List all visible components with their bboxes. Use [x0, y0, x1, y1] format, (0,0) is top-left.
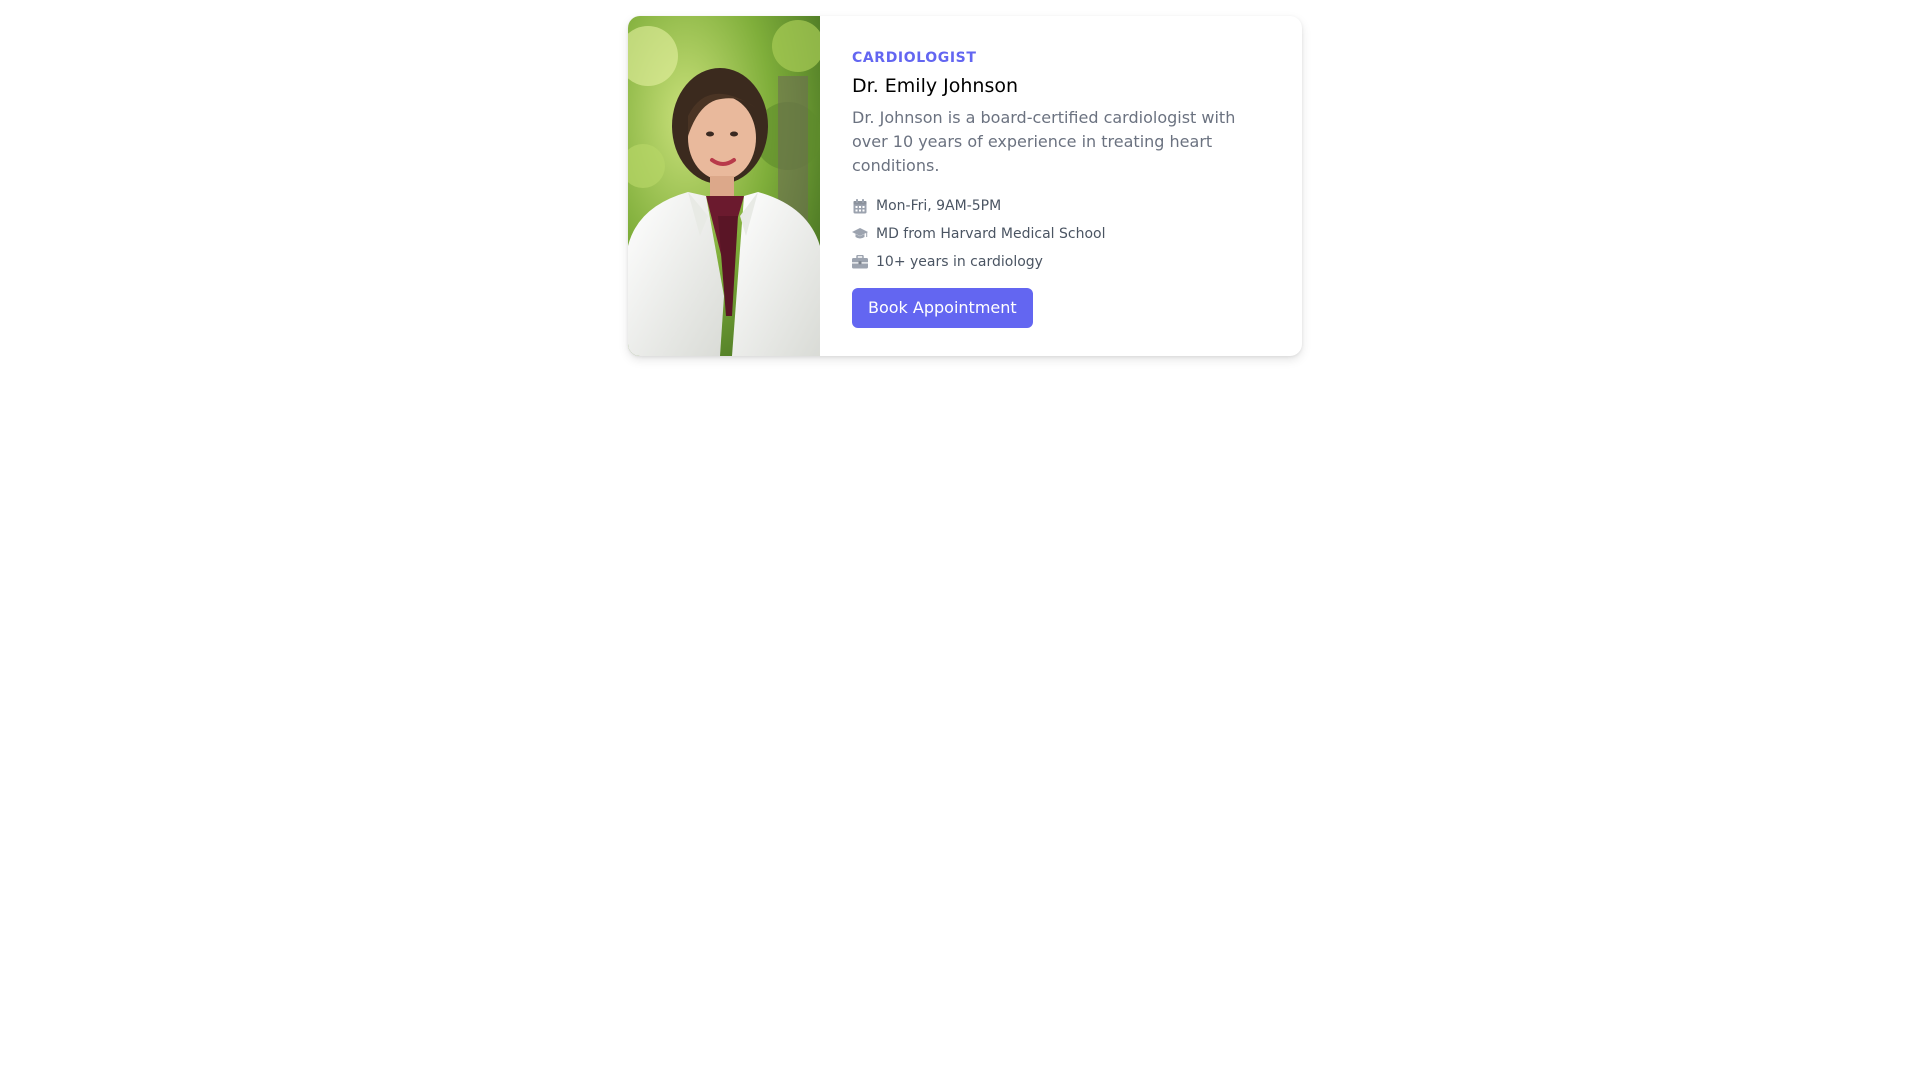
info-item-education: MD from Harvard Medical School — [852, 220, 1272, 248]
info-list: Mon-Fri, 9AM-5PM MD from Harvard Medical… — [852, 192, 1272, 276]
doctor-portrait-image — [628, 16, 820, 356]
doctor-description: Dr. Johnson is a board-certified cardiol… — [852, 108, 1236, 175]
graduation-cap-icon — [852, 226, 868, 242]
info-text-education: MD from Harvard Medical School — [876, 226, 1106, 242]
specialty-label: CARDIOLOGIST — [852, 50, 977, 66]
briefcase-icon — [852, 254, 868, 270]
doctor-info: CARDIOLOGIST Dr. Emily Johnson Dr. Johns… — [820, 16, 1302, 356]
calendar-icon — [852, 198, 868, 214]
doctor-name: Dr. Emily Johnson — [852, 75, 1019, 97]
info-item-experience: 10+ years in cardiology — [852, 248, 1272, 276]
info-text-experience: 10+ years in cardiology — [876, 254, 1043, 270]
doctor-card: CARDIOLOGIST Dr. Emily Johnson Dr. Johns… — [628, 16, 1302, 356]
info-text-schedule: Mon-Fri, 9AM-5PM — [876, 198, 1002, 214]
book-appointment-button[interactable]: Book Appointment — [852, 288, 1033, 328]
doctor-photo — [628, 16, 820, 356]
info-item-schedule: Mon-Fri, 9AM-5PM — [852, 192, 1272, 220]
